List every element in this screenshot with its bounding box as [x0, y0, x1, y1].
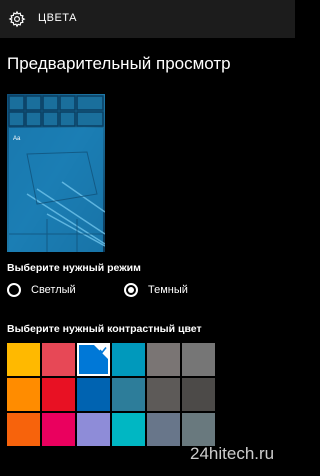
- accent-color-swatch[interactable]: [147, 378, 180, 411]
- radio-light[interactable]: Светлый: [7, 281, 76, 299]
- gear-icon: [8, 10, 26, 28]
- accent-color-swatch[interactable]: [112, 378, 145, 411]
- accent-color-swatch[interactable]: [42, 413, 75, 446]
- accent-color-swatch[interactable]: [112, 413, 145, 446]
- accent-color-swatch[interactable]: [147, 413, 180, 446]
- preview-tile-label: Aa: [13, 136, 21, 142]
- radio-light-circle[interactable]: [7, 283, 21, 297]
- accent-color-swatch[interactable]: [7, 343, 40, 376]
- accent-color-swatch[interactable]: [7, 378, 40, 411]
- accent-color-swatch[interactable]: [7, 413, 40, 446]
- radio-dark-label: Темный: [148, 284, 188, 296]
- theme-preview: Aa: [7, 94, 105, 252]
- accent-color-swatch[interactable]: [182, 413, 215, 446]
- accent-section-label: Выберите нужный контрастный цвет: [7, 323, 202, 335]
- watermark: 24hitech.ru: [190, 444, 275, 463]
- accent-color-swatch[interactable]: [112, 343, 145, 376]
- app-title: ЦВЕТА: [38, 12, 78, 24]
- accent-color-swatch[interactable]: [77, 343, 110, 376]
- accent-color-swatch[interactable]: [77, 413, 110, 446]
- checkmark-icon: [94, 345, 108, 359]
- radio-light-label: Светлый: [31, 284, 76, 296]
- accent-color-swatch[interactable]: [42, 378, 75, 411]
- radio-dark-circle[interactable]: [124, 283, 138, 297]
- mode-section-label: Выберите нужный режим: [7, 262, 141, 274]
- preview-image: Aa: [7, 94, 105, 252]
- accent-color-swatch[interactable]: [182, 378, 215, 411]
- accent-color-swatch[interactable]: [77, 378, 110, 411]
- accent-color-swatch[interactable]: [147, 343, 180, 376]
- accent-color-swatch[interactable]: [42, 343, 75, 376]
- accent-color-swatch[interactable]: [182, 343, 215, 376]
- page-title: Предварительный просмотр: [7, 54, 231, 73]
- top-bar: ЦВЕТА: [0, 0, 295, 38]
- radio-dark[interactable]: Темный: [124, 281, 188, 299]
